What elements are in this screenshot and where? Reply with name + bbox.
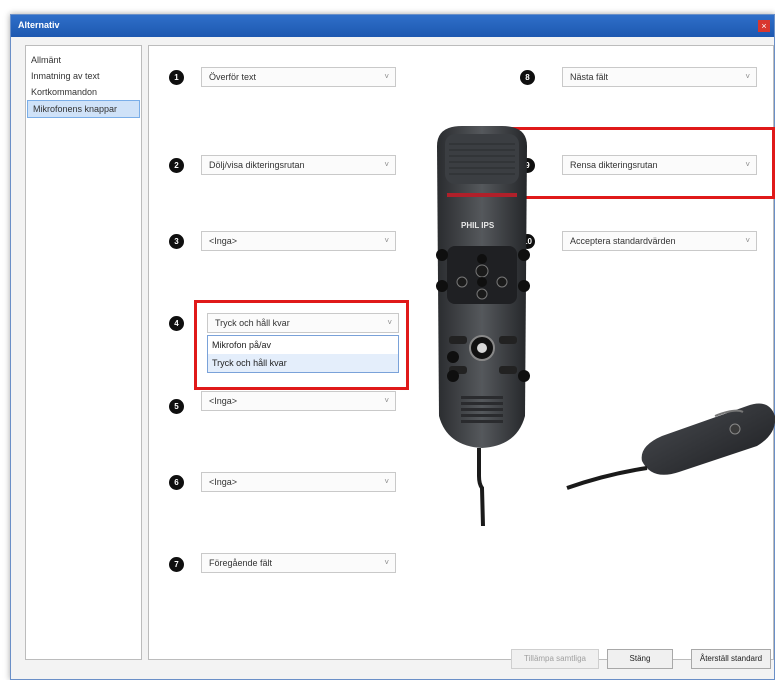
button-number-badge: 7 — [169, 557, 184, 572]
button-number-badge: 1 — [169, 70, 184, 85]
select-value: Dölj/visa dikteringsrutan — [209, 160, 305, 170]
button-number-badge: 6 — [169, 475, 184, 490]
button-number-badge: 3 — [169, 234, 184, 249]
button-6-select[interactable]: <Inga> ˅ — [201, 472, 396, 492]
button-7-select[interactable]: Föregående fält ˅ — [201, 553, 396, 573]
select-value: Föregående fält — [209, 558, 273, 568]
chevron-down-icon: ˅ — [384, 72, 389, 81]
select-value: <Inga> — [209, 396, 238, 406]
button-8-select[interactable]: Nästa fält ˅ — [562, 67, 757, 87]
title-bar[interactable]: Alternativ × — [11, 15, 774, 37]
select-value: <Inga> — [209, 236, 238, 246]
button-1-select[interactable]: Överför text ˅ — [201, 67, 396, 87]
select-value: Nästa fält — [570, 72, 609, 82]
button-number-badge: 8 — [520, 70, 535, 85]
sidebar-item-microphone-buttons[interactable]: Mikrofonens knappar — [27, 100, 140, 118]
options-window: Alternativ × Allmänt Inmatning av text K… — [10, 14, 775, 680]
chevron-down-icon: ˅ — [384, 477, 389, 486]
sidebar-item-text-input[interactable]: Inmatning av text — [26, 68, 141, 84]
sidebar-item-general[interactable]: Allmänt — [26, 52, 141, 68]
button-5-select[interactable]: <Inga> ˅ — [201, 391, 396, 411]
button-number-badge: 5 — [169, 399, 184, 414]
button-number-badge: 4 — [169, 316, 184, 331]
chevron-down-icon: ˅ — [384, 558, 389, 567]
brand-label: PHIL IPS — [461, 221, 495, 230]
highlight-box — [194, 300, 409, 390]
chevron-down-icon: ˅ — [745, 72, 750, 81]
reset-defaults-button[interactable]: Återställ standard — [691, 649, 771, 669]
window-title: Alternativ — [18, 20, 60, 30]
apply-all-button[interactable]: Tillämpa samtliga — [511, 649, 599, 669]
select-value: Överför text — [209, 72, 257, 82]
dictation-microphone-image: PHIL IPS — [436, 126, 775, 526]
microphone-buttons-panel: 1 Överför text ˅ 2 Dölj/visa dikteringsr… — [148, 45, 775, 660]
chevron-down-icon: ˅ — [384, 236, 389, 245]
sidebar: Allmänt Inmatning av text Kortkommandon … — [25, 45, 142, 660]
sidebar-item-shortcuts[interactable]: Kortkommandon — [26, 84, 141, 100]
chevron-down-icon: ˅ — [384, 396, 389, 405]
button-3-select[interactable]: <Inga> ˅ — [201, 231, 396, 251]
close-button[interactable]: Stäng — [607, 649, 673, 669]
button-2-select[interactable]: Dölj/visa dikteringsrutan ˅ — [201, 155, 396, 175]
chevron-down-icon: ˅ — [384, 160, 389, 169]
select-value: <Inga> — [209, 477, 238, 487]
button-number-badge: 2 — [169, 158, 184, 173]
close-icon[interactable]: × — [758, 20, 770, 32]
